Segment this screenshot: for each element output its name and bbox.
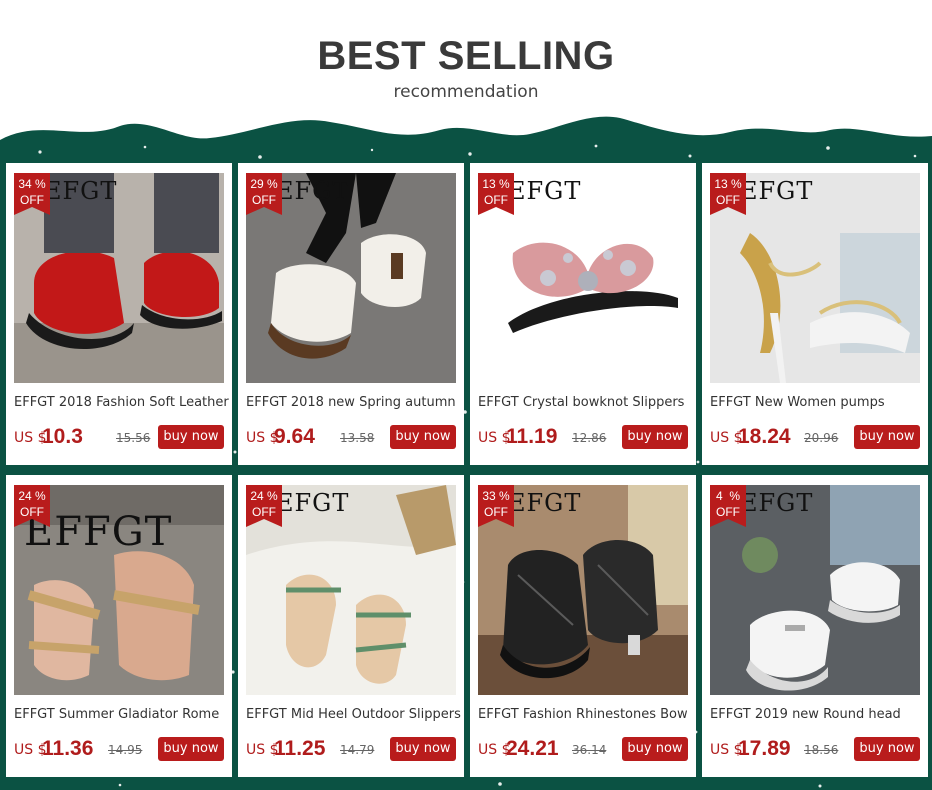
discount-percent: 13 % <box>714 177 742 191</box>
discount-percent: 29 % <box>250 177 278 191</box>
product-image[interactable]: EFGT 34 % OFF <box>14 173 224 383</box>
product-card[interactable]: EFGT 29 % OFF EFFGT 2018 new Spring autu… <box>238 163 464 465</box>
brand-watermark: EFGT <box>740 177 814 205</box>
original-price: 12.86 <box>572 431 607 445</box>
price-row: US $ 10.3 15.56 buy now <box>14 425 224 451</box>
original-price: 20.96 <box>804 431 839 445</box>
discount-badge: 4 % OFF <box>710 485 746 527</box>
price-row: US $ 24.21 36.14 buy now <box>478 737 688 763</box>
discount-badge: 13 % OFF <box>478 173 514 215</box>
discount-off-label: OFF <box>716 193 740 207</box>
original-price: 18.56 <box>804 743 839 757</box>
product-card[interactable]: EFGT 13 % OFF EFFGT New Women pumps US $… <box>702 163 928 465</box>
product-image[interactable]: EFGT 29 % OFF <box>246 173 456 383</box>
product-title[interactable]: EFFGT Mid Heel Outdoor Slippers <box>246 707 461 722</box>
product-card[interactable]: EFGT 33 % OFF EFFGT Fashion Rhinestones … <box>470 475 696 777</box>
sale-price: 9.64 <box>274 425 315 448</box>
buy-now-button[interactable]: buy now <box>622 425 688 449</box>
buy-now-button[interactable]: buy now <box>390 737 456 761</box>
sale-price: 24.21 <box>506 737 559 760</box>
discount-badge: 24 % OFF <box>246 485 282 527</box>
brand-watermark: EFGT <box>276 489 350 517</box>
discount-off-label: OFF <box>20 505 44 519</box>
discount-off-label: OFF <box>252 505 276 519</box>
sale-price: 11.36 <box>42 737 94 760</box>
product-title[interactable]: EFFGT Fashion Rhinestones Bow <box>478 707 693 722</box>
sale-price: 10.3 <box>42 425 83 448</box>
product-title[interactable]: EFFGT 2018 Fashion Soft Leather <box>14 395 229 410</box>
brand-watermark: EFGT <box>44 177 118 205</box>
discount-percent: 34 % <box>18 177 46 191</box>
brand-watermark: EFGT <box>508 177 582 205</box>
product-card[interactable]: EFFGT 24 % OFF EFFGT Summer Gladiator Ro… <box>6 475 232 777</box>
buy-now-button[interactable]: buy now <box>622 737 688 761</box>
brand-watermark: EFGT <box>740 489 814 517</box>
product-image[interactable]: EFGT 13 % OFF <box>478 173 688 383</box>
discount-badge: 34 % OFF <box>14 173 50 215</box>
sale-price: 18.24 <box>738 425 791 448</box>
discount-percent: 4 % <box>715 489 740 503</box>
product-title[interactable]: EFFGT 2018 new Spring autumn <box>246 395 461 410</box>
product-title[interactable]: EFFGT New Women pumps <box>710 395 925 410</box>
sale-price: 11.19 <box>506 425 558 448</box>
discount-off-label: OFF <box>252 193 276 207</box>
price-row: US $ 9.64 13.58 buy now <box>246 425 456 451</box>
product-image[interactable]: EFFGT 24 % OFF <box>14 485 224 695</box>
product-title[interactable]: EFFGT Crystal bowknot Slippers <box>478 395 693 410</box>
product-image[interactable]: EFGT 4 % OFF <box>710 485 920 695</box>
discount-off-label: OFF <box>484 505 508 519</box>
original-price: 14.95 <box>108 743 143 757</box>
sale-price: 11.25 <box>274 737 326 760</box>
price-row: US $ 17.89 18.56 buy now <box>710 737 920 763</box>
discount-percent: 33 % <box>482 489 510 503</box>
product-image[interactable]: EFGT 33 % OFF <box>478 485 688 695</box>
discount-badge: 24 % OFF <box>14 485 50 527</box>
product-title[interactable]: EFFGT 2019 new Round head <box>710 707 925 722</box>
product-card[interactable]: EFGT 24 % OFF EFFGT Mid Heel Outdoor Sli… <box>238 475 464 777</box>
product-grid: EFGT 34 % OFF EFFGT 2018 Fashion Soft Le… <box>0 0 932 790</box>
product-card[interactable]: EFGT 4 % OFF EFFGT 2019 new Round head U… <box>702 475 928 777</box>
brand-watermark: EFGT <box>508 489 582 517</box>
original-price: 36.14 <box>572 743 607 757</box>
sale-price: 17.89 <box>738 737 791 760</box>
discount-percent: 13 % <box>482 177 510 191</box>
product-image[interactable]: EFGT 24 % OFF <box>246 485 456 695</box>
buy-now-button[interactable]: buy now <box>854 425 920 449</box>
discount-off-label: OFF <box>20 193 44 207</box>
discount-badge: 13 % OFF <box>710 173 746 215</box>
price-row: US $ 11.25 14.79 buy now <box>246 737 456 763</box>
original-price: 15.56 <box>116 431 151 445</box>
product-image[interactable]: EFGT 13 % OFF <box>710 173 920 383</box>
buy-now-button[interactable]: buy now <box>158 737 224 761</box>
product-card[interactable]: EFGT 13 % OFF EFFGT Crystal bowknot Slip… <box>470 163 696 465</box>
price-row: US $ 11.19 12.86 buy now <box>478 425 688 451</box>
buy-now-button[interactable]: buy now <box>158 425 224 449</box>
brand-watermark: EFGT <box>276 177 350 205</box>
original-price: 14.79 <box>340 743 375 757</box>
product-card[interactable]: EFGT 34 % OFF EFFGT 2018 Fashion Soft Le… <box>6 163 232 465</box>
price-row: US $ 11.36 14.95 buy now <box>14 737 224 763</box>
discount-off-label: OFF <box>716 505 740 519</box>
discount-percent: 24 % <box>18 489 46 503</box>
buy-now-button[interactable]: buy now <box>390 425 456 449</box>
discount-percent: 24 % <box>250 489 278 503</box>
original-price: 13.58 <box>340 431 375 445</box>
discount-badge: 29 % OFF <box>246 173 282 215</box>
buy-now-button[interactable]: buy now <box>854 737 920 761</box>
product-title[interactable]: EFFGT Summer Gladiator Rome <box>14 707 229 722</box>
discount-off-label: OFF <box>484 193 508 207</box>
price-row: US $ 18.24 20.96 buy now <box>710 425 920 451</box>
discount-badge: 33 % OFF <box>478 485 514 527</box>
